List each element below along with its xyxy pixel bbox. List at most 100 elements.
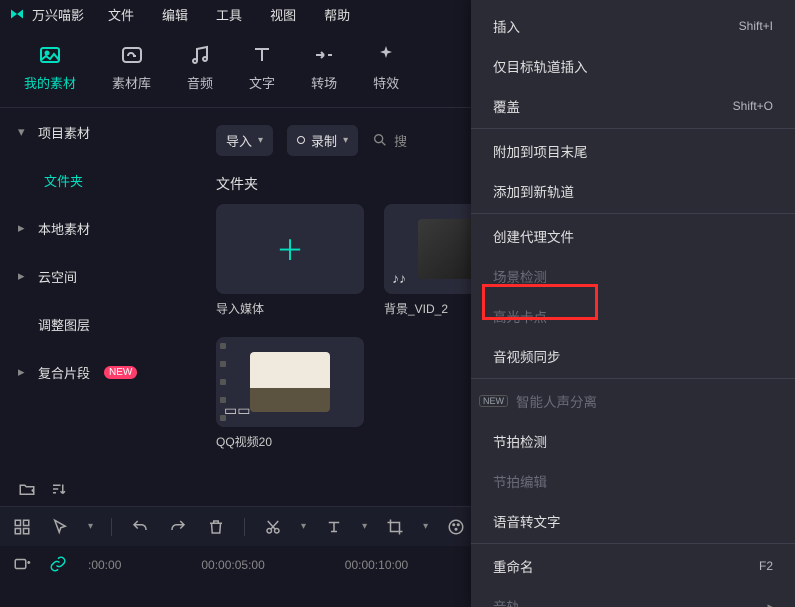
ctx-rename[interactable]: 重命名 F2 [471,546,795,586]
palette-icon[interactable] [446,517,466,537]
ctx-append-end[interactable]: 附加到项目末尾 [471,131,795,171]
ctx-create-proxy[interactable]: 创建代理文件 [471,216,795,256]
context-menu: 插入 Shift+I 仅目标轨道插入 覆盖 Shift+O 附加到项目末尾 添加… [471,0,795,607]
app-name: 万兴喵影 [32,5,84,24]
ctx-label: 节拍编辑 [493,471,547,491]
video-icon: ▭▭ [224,402,250,419]
media-sidebar: ▾ 项目素材 文件夹 ▸ 本地素材 ▸ 云空间 调整图层 ▸ 复合片段 NEW [0,108,200,506]
pointer-icon[interactable] [50,517,70,537]
tab-my-media[interactable]: 我的素材 [24,43,76,92]
ctx-label: 附加到项目末尾 [493,141,588,161]
chevron-down-icon: ▾ [258,135,263,146]
sidebar-item-cloud[interactable]: ▸ 云空间 [0,252,200,300]
sort-icon[interactable] [50,480,68,498]
separator [471,543,795,544]
search-icon [372,132,388,148]
ctx-highlight-card: 高光卡点 [471,296,795,336]
ctx-stt[interactable]: 语音转文字 [471,501,795,541]
ctx-label: 插入 [493,16,520,36]
cloud-icon [120,43,144,67]
chevron-down-icon[interactable]: ▾ [362,521,367,532]
ctx-label: 场景检测 [493,266,547,286]
chevron-right-icon: ▸ [18,364,28,380]
new-folder-icon[interactable] [18,480,36,498]
menu-edit[interactable]: 编辑 [162,5,188,24]
chevron-down-icon[interactable]: ▾ [301,521,306,532]
record-button[interactable]: 录制 ▾ [287,125,358,156]
redo-icon[interactable] [168,517,188,537]
chevron-down-icon: ▾ [343,135,348,146]
sidebar-item-label: 本地素材 [38,219,90,238]
trash-icon[interactable] [206,517,226,537]
sidebar-item-project[interactable]: ▾ 项目素材 [0,108,200,156]
menu-file[interactable]: 文件 [108,5,134,24]
tab-label: 我的素材 [24,73,76,92]
tab-transitions[interactable]: 转场 [311,43,337,92]
sidebar-item-label: 复合片段 [38,363,90,382]
link-icon[interactable] [48,554,68,574]
new-mini-badge: NEW [479,395,508,407]
chevron-right-icon: ▸ [18,220,28,236]
ctx-label: 重命名 [493,556,534,576]
sidebar-item-label: 调整图层 [38,315,90,334]
menu-view[interactable]: 视图 [270,5,296,24]
app-logo-icon [8,5,26,23]
grid-view-icon[interactable] [12,517,32,537]
menu-help[interactable]: 帮助 [324,5,350,24]
ctx-target-insert[interactable]: 仅目标轨道插入 [471,46,795,86]
shortcut: F2 [759,559,773,573]
import-label: 导入 [226,131,252,150]
media-card[interactable]: ▭▭ QQ视频20 [216,337,364,450]
tab-label: 音频 [187,73,213,92]
chevron-down-icon[interactable]: ▾ [88,521,93,532]
chevron-down-icon[interactable]: ▾ [423,521,428,532]
add-track-icon[interactable] [12,554,32,574]
tab-effects[interactable]: 特效 [373,43,399,92]
ctx-av-sync[interactable]: 音视频同步 [471,336,795,376]
sidebar-item-label: 项目素材 [38,123,90,142]
crop-icon[interactable] [385,517,405,537]
sidebar-item-label: 文件夹 [44,171,83,190]
ctx-label: 高光卡点 [493,306,547,326]
tab-label: 特效 [373,73,399,92]
ctx-insert[interactable]: 插入 Shift+I [471,6,795,46]
menu-tools[interactable]: 工具 [216,5,242,24]
sparkle-icon [374,43,398,67]
card-label: QQ视频20 [216,433,364,450]
music-icon: ♪♪ [392,270,406,286]
undo-icon[interactable] [130,517,150,537]
ctx-add-track[interactable]: 添加到新轨道 [471,171,795,211]
time-tick: 00:00:05:00 [201,558,264,572]
time-ruler[interactable]: :00:00 00:00:05:00 00:00:10:00 [88,554,408,572]
tab-text[interactable]: 文字 [249,43,275,92]
text-icon [250,43,274,67]
separator [471,128,795,129]
sidebar-item-adjust[interactable]: 调整图层 [0,300,200,348]
ctx-label: 音轨 [493,596,520,607]
ctx-label: 覆盖 [493,96,520,116]
music-icon [188,43,212,67]
time-tick: :00:00 [88,558,121,572]
search-input[interactable]: 搜 [372,131,407,150]
tab-audio[interactable]: 音频 [187,43,213,92]
sidebar-item-compound[interactable]: ▸ 复合片段 NEW [0,348,200,396]
text-tool-icon[interactable] [324,517,344,537]
shortcut: Shift+I [739,19,773,33]
menubar: 文件 编辑 工具 视图 帮助 [108,5,350,24]
sidebar-item-local[interactable]: ▸ 本地素材 [0,204,200,252]
import-button[interactable]: 导入 ▾ [216,125,273,156]
import-card[interactable]: ＋ 导入媒体 [216,204,364,317]
ctx-label: 仅目标轨道插入 [493,56,588,76]
cut-icon[interactable] [263,517,283,537]
ctx-overwrite[interactable]: 覆盖 Shift+O [471,86,795,126]
ctx-label: 节拍检测 [493,431,547,451]
sidebar-item-folder[interactable]: 文件夹 [0,156,200,204]
shortcut: Shift+O [733,99,773,113]
ctx-label: 智能人声分离 [516,391,597,411]
separator [111,518,112,536]
ctx-beat-detect[interactable]: 节拍检测 [471,421,795,461]
tab-stock[interactable]: 素材库 [112,43,151,92]
plus-icon: ＋ [276,229,304,269]
tab-label: 文字 [249,73,275,92]
ctx-label: 创建代理文件 [493,226,574,246]
